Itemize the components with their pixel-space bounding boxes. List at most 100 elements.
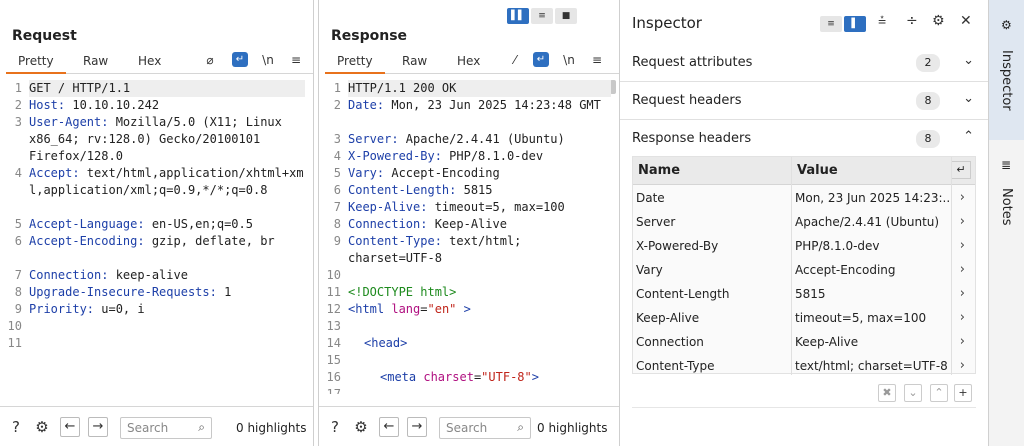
hide-nonprintable-icon[interactable]: ⌀ xyxy=(202,53,218,67)
delete-icon[interactable]: ✖ xyxy=(878,384,896,402)
inspector-icon: ⚙ xyxy=(1001,18,1012,32)
layout-single-icon[interactable]: ≡ xyxy=(820,14,842,32)
sidebar-tab-notes[interactable]: ≣ Notes xyxy=(989,148,1024,238)
newline-icon[interactable]: \n xyxy=(260,53,276,67)
chevron-up-icon[interactable]: ⌃ xyxy=(963,129,974,144)
chevron-right-icon[interactable]: › xyxy=(960,310,965,325)
layout-side-by-side-icon[interactable]: ▌▌ xyxy=(507,8,529,24)
table-row[interactable]: Vary Accept-Encoding › xyxy=(633,259,975,283)
code-line: Connection: Keep-Alive xyxy=(348,216,611,233)
header-key: User-Agent: xyxy=(29,115,109,129)
menu-icon[interactable]: ≡ xyxy=(589,53,605,67)
section-request-attributes[interactable]: Request attributes 2 ⌄ xyxy=(620,44,988,82)
notes-icon: ≣ xyxy=(1001,158,1012,172)
code-line: Upgrade-Insecure-Requests: 1 xyxy=(29,284,305,301)
sidebar-tab-label: Inspector xyxy=(999,50,1014,111)
table-row[interactable]: Content-Length 5815 › xyxy=(633,283,975,307)
code-line: X-Powered-By: PHP/8.1.0-dev xyxy=(348,148,611,165)
chevron-right-icon[interactable]: › xyxy=(960,286,965,301)
chevron-down-icon[interactable]: ⌄ xyxy=(963,91,974,106)
count-badge: 8 xyxy=(916,92,940,110)
column-value[interactable]: Value xyxy=(797,163,838,178)
header-value: Apache/2.4.41 (Ubuntu) xyxy=(795,215,940,229)
code-line: Server: Apache/2.4.41 (Ubuntu) xyxy=(348,131,611,148)
back-button[interactable]: ← xyxy=(60,417,80,437)
sidebar-tab-inspector[interactable]: ⚙ Inspector xyxy=(989,0,1024,140)
chevron-right-icon[interactable]: › xyxy=(960,214,965,229)
search-placeholder: Search xyxy=(127,421,169,435)
column-name[interactable]: Name xyxy=(638,163,680,178)
search-placeholder: Search xyxy=(446,421,488,435)
code-line: Keep-Alive: timeout=5, max=100 xyxy=(348,199,611,216)
tab-raw[interactable]: Raw xyxy=(83,54,108,68)
layout-tabs-icon[interactable]: ■ xyxy=(555,8,577,24)
gear-icon[interactable]: ⚙ xyxy=(32,417,52,437)
code-line: <meta charset="UTF-8"> xyxy=(380,370,539,384)
table-row[interactable]: Content-Type text/html; charset=UTF-8 › xyxy=(633,355,975,375)
tab-raw[interactable]: Raw xyxy=(402,54,427,68)
add-icon[interactable]: + xyxy=(954,384,972,402)
header-key: Keep-Alive: xyxy=(348,200,428,214)
search-icon: ⌕ xyxy=(198,420,205,434)
back-button[interactable]: ← xyxy=(379,417,399,437)
render-icon[interactable]: ⁄ xyxy=(507,53,523,67)
section-label: Response headers xyxy=(632,131,752,146)
chevron-down-icon[interactable]: ⌄ xyxy=(963,53,974,68)
table-row[interactable]: Connection Keep-Alive › xyxy=(633,331,975,355)
gear-icon[interactable]: ⚙ xyxy=(351,417,371,437)
tab-hex[interactable]: Hex xyxy=(138,54,161,68)
header-value: PHP/8.1.0-dev xyxy=(795,239,880,253)
table-row[interactable]: Server Apache/2.4.41 (Ubuntu) › xyxy=(633,211,975,235)
gear-icon[interactable]: ⚙ xyxy=(932,13,945,29)
wrap-lines-icon[interactable]: ↵ xyxy=(533,52,549,67)
menu-icon[interactable]: ≡ xyxy=(288,53,304,67)
table-row[interactable]: Date Mon, 23 Jun 2025 14:23:... › xyxy=(633,187,975,211)
help-icon[interactable]: ? xyxy=(325,417,345,437)
line-number: 7 xyxy=(333,200,341,214)
tab-hex[interactable]: Hex xyxy=(457,54,480,68)
header-value: 5815 xyxy=(456,183,493,197)
response-tabs: Pretty Raw Hex ⁄ ↵ \n ≡ xyxy=(325,50,619,74)
response-search-input[interactable]: Search ⌕ xyxy=(439,417,531,439)
chevron-right-icon[interactable]: › xyxy=(960,190,965,205)
line-number: 15 xyxy=(326,353,341,367)
code-line: Accept-Language: en-US,en;q=0.5 xyxy=(29,216,305,233)
layout-split-icon[interactable]: ▌ xyxy=(844,14,866,32)
newline-icon[interactable]: \n xyxy=(561,53,577,67)
chevron-right-icon[interactable]: › xyxy=(960,262,965,277)
code-line: <!DOCTYPE html> xyxy=(348,284,611,301)
line-number: 1 xyxy=(333,81,341,95)
request-tabs: Pretty Raw Hex ⌀ ↵ \n ≡ xyxy=(6,50,313,74)
request-search-input[interactable]: Search ⌕ xyxy=(120,417,212,439)
move-down-icon[interactable]: ⌄ xyxy=(904,384,922,402)
wrap-icon[interactable]: ↵ xyxy=(951,161,971,179)
count-badge: 2 xyxy=(916,54,940,72)
code-line: User-Agent: Mozilla/5.0 (X11; Linux x86_… xyxy=(29,114,305,165)
line-number: 3 xyxy=(333,132,341,146)
section-request-headers[interactable]: Request headers 8 ⌄ xyxy=(620,82,988,120)
wrap-lines-icon[interactable]: ↵ xyxy=(232,52,248,67)
layout-stacked-icon[interactable]: ≡ xyxy=(531,8,553,24)
chevron-right-icon[interactable]: › xyxy=(960,334,965,349)
help-icon[interactable]: ? xyxy=(6,417,26,437)
expand-all-icon[interactable]: ÷ xyxy=(906,13,918,29)
table-row[interactable]: Keep-Alive timeout=5, max=100 › xyxy=(633,307,975,331)
tab-pretty[interactable]: Pretty xyxy=(6,54,66,74)
header-key: Priority: xyxy=(29,302,95,316)
close-icon[interactable]: ✕ xyxy=(960,13,972,29)
collapse-all-icon[interactable]: ⩮ xyxy=(878,13,886,29)
chevron-right-icon[interactable]: › xyxy=(960,238,965,253)
header-value: 10.10.10.242 xyxy=(65,98,160,112)
search-icon: ⌕ xyxy=(517,420,524,434)
tab-pretty[interactable]: Pretty xyxy=(325,54,385,74)
forward-button[interactable]: → xyxy=(88,417,108,437)
section-response-headers[interactable]: Response headers 8 ⌃ xyxy=(620,120,988,158)
header-key: Content-Type: xyxy=(348,234,442,248)
header-name: Server xyxy=(636,215,676,229)
request-pane: Request Pretty Raw Hex ⌀ ↵ \n ≡ 1 GET / … xyxy=(0,0,314,446)
forward-button[interactable]: → xyxy=(407,417,427,437)
chevron-right-icon[interactable]: › xyxy=(960,358,965,373)
table-row[interactable]: X-Powered-By PHP/8.1.0-dev › xyxy=(633,235,975,259)
meta-tag: <meta xyxy=(380,370,417,384)
move-up-icon[interactable]: ⌃ xyxy=(930,384,948,402)
